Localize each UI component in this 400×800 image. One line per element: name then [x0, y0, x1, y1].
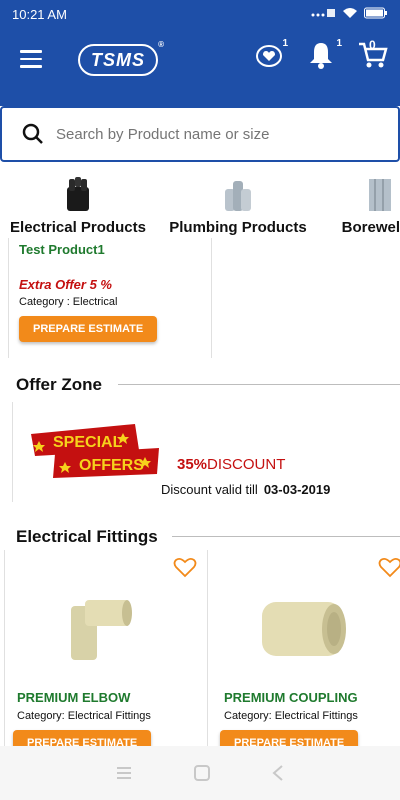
prepare-estimate-button[interactable]: PREPARE ESTIMATE	[19, 316, 158, 342]
coupling-product-image	[262, 602, 346, 656]
wifi-icon	[342, 7, 358, 22]
discount-text: 35%DISCOUNT	[177, 456, 285, 473]
heart-outline-icon[interactable]	[378, 556, 400, 578]
extra-offer: Extra Offer 5 %	[19, 277, 112, 292]
status-icons	[310, 7, 388, 22]
search-input[interactable]	[56, 125, 356, 143]
logo: TSMS ®	[78, 40, 164, 76]
category-borewell[interactable]: Borewell P	[320, 166, 400, 236]
offer-zone-title: Offer Zone	[16, 375, 112, 395]
discount-label: DISCOUNT	[207, 456, 286, 473]
heart-outline-icon	[256, 45, 282, 67]
signal-icon	[310, 8, 336, 21]
product-card[interactable]: PREMIUM COUPLING Category: Electrical Fi…	[212, 550, 400, 756]
header-actions: 1 1 0	[252, 38, 390, 72]
category-label: Borewell P	[341, 219, 400, 236]
status-bar: 10:21 AM	[0, 0, 400, 28]
heart-outline-icon[interactable]	[173, 556, 197, 578]
wishlist-count: 1	[282, 38, 288, 49]
product-card[interactable]: PREMIUM ELBOW Category: Electrical Fitti…	[4, 550, 208, 756]
search-bar[interactable]	[0, 106, 400, 162]
app-bar: TSMS ® 1 1 0	[0, 28, 400, 106]
category-carousel: Electrical Products Plumbing Products Bo…	[0, 166, 400, 236]
electrical-product-icon	[67, 177, 89, 211]
menu-icon[interactable]	[20, 50, 42, 68]
search-icon	[22, 123, 43, 144]
electrical-fittings-title: Electrical Fittings	[16, 527, 168, 547]
wishlist-button[interactable]: 1	[252, 38, 288, 72]
status-time: 10:21 AM	[12, 6, 67, 22]
cart-count: 0	[369, 38, 376, 52]
home-icon[interactable]	[193, 764, 211, 782]
elbow-product-image	[71, 600, 132, 660]
special-offers-banner: SPECIAL OFFERS	[31, 424, 159, 478]
divider	[118, 384, 400, 385]
discount-value: 35%	[177, 456, 208, 473]
valid-date: 03-03-2019	[263, 482, 331, 497]
category-label: Electrical Products	[10, 219, 146, 236]
valid-label: Discount valid till	[161, 482, 258, 497]
product-name: Test Product1	[19, 242, 105, 257]
svg-text:OFFERS: OFFERS	[79, 457, 144, 474]
product-category: Category : Electrical	[19, 296, 118, 308]
product-category: Category: Electrical Fittings	[224, 710, 358, 722]
category-electrical[interactable]: Electrical Products	[0, 166, 156, 236]
featured-product-card[interactable]: Test Product1 Extra Offer 5 % Category :…	[8, 238, 212, 358]
plumbing-product-icon	[225, 181, 251, 211]
discount-validity: Discount valid till 03-03-2019	[161, 482, 330, 497]
category-label: Plumbing Products	[169, 219, 307, 236]
svg-text:SPECIAL: SPECIAL	[53, 434, 123, 451]
recent-apps-icon[interactable]	[115, 765, 133, 781]
borewell-product-icon	[369, 179, 391, 211]
registered-icon: ®	[158, 40, 165, 49]
notifications-button[interactable]: 1	[304, 38, 342, 72]
cart-button[interactable]: 0	[356, 38, 390, 72]
system-nav-bar	[0, 746, 400, 800]
logo-text: TSMS	[90, 49, 145, 70]
offer-card[interactable]: SPECIAL OFFERS 35%DISCOUNT Discount vali…	[12, 402, 400, 502]
battery-icon	[364, 7, 388, 22]
category-plumbing[interactable]: Plumbing Products	[156, 166, 320, 236]
bell-icon	[310, 43, 332, 69]
product-name: PREMIUM ELBOW	[17, 690, 131, 705]
divider	[172, 536, 400, 537]
product-name: PREMIUM COUPLING	[224, 690, 358, 705]
back-icon[interactable]	[271, 764, 285, 782]
product-category: Category: Electrical Fittings	[17, 710, 151, 722]
